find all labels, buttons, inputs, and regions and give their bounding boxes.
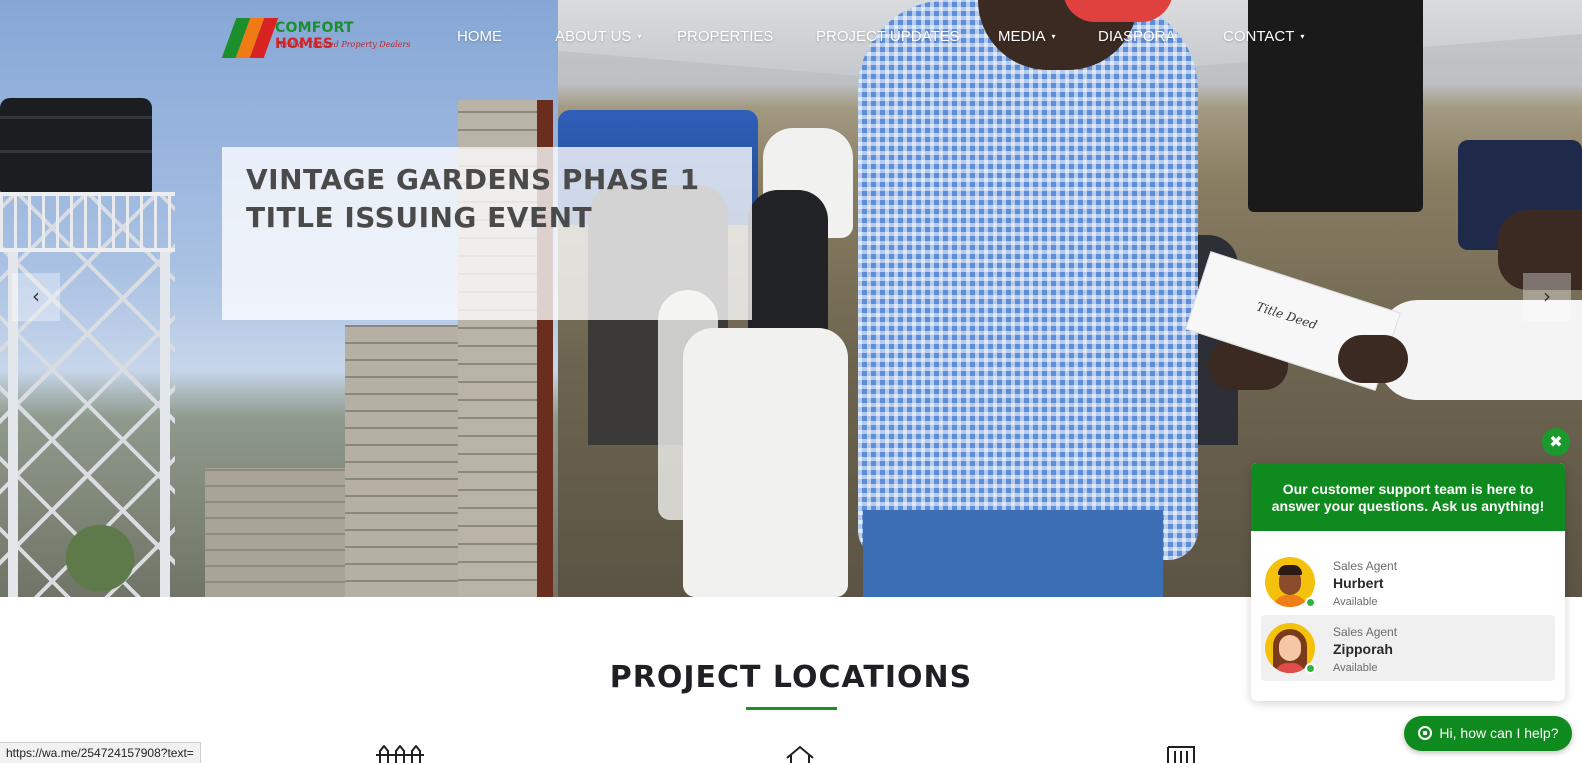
chevron-right-icon: ›: [1543, 284, 1551, 308]
nav-about-us[interactable]: ABOUT US ▾: [555, 28, 641, 45]
close-icon: ✖: [1549, 432, 1563, 451]
whatsapp-icon: [1417, 726, 1432, 740]
section-divider: [746, 707, 837, 710]
logo-mark-icon: [221, 18, 279, 58]
navbar: COMFORT HOMES Real & Trusted Property De…: [0, 0, 1582, 72]
slide-title: VINTAGE GARDENS PHASE 1 TITLE ISSUING EV…: [246, 163, 700, 234]
online-status-icon: [1305, 597, 1316, 608]
deed-text: Title Deed: [1254, 299, 1319, 333]
chat-close-button[interactable]: ✖: [1542, 428, 1570, 456]
nav-diaspora[interactable]: DIASPORA: [1098, 28, 1176, 45]
chat-launcher-label: Hi, how can I help?: [1439, 725, 1559, 741]
hand: [1338, 335, 1408, 383]
tower-railing: [0, 192, 175, 252]
slider-next-button[interactable]: ›: [1523, 273, 1571, 321]
agent-status: Available: [1333, 596, 1378, 608]
agent-name: Zipporah: [1333, 641, 1393, 657]
plastic-chair: [683, 328, 848, 597]
slide-caption: VINTAGE GARDENS PHASE 1 TITLE ISSUING EV…: [222, 147, 752, 320]
site-logo[interactable]: COMFORT HOMES Real & Trusted Property De…: [221, 14, 411, 60]
nav-contact[interactable]: CONTACT ▾: [1223, 28, 1304, 45]
caret-down-icon: ▾: [637, 32, 642, 41]
tower-leg: [160, 252, 170, 597]
caret-down-icon: ▾: [1300, 32, 1305, 41]
nav-media[interactable]: MEDIA ▾: [998, 28, 1056, 45]
online-status-icon: [1305, 663, 1316, 674]
agent-name: Hurbert: [1333, 575, 1384, 591]
building-icon: [1166, 745, 1196, 763]
agent-role: Sales Agent: [1333, 625, 1398, 639]
man-checked-shirt: [858, 0, 1198, 560]
caret-down-icon: ▾: [1051, 32, 1056, 41]
jeans: [863, 510, 1163, 597]
chat-panel: Our customer support team is here to ans…: [1251, 463, 1565, 701]
logo-tagline: Real & Trusted Property Dealers: [277, 40, 411, 49]
nav-home[interactable]: HOME: [457, 28, 502, 45]
whatsapp-chat-button[interactable]: Hi, how can I help?: [1404, 716, 1572, 751]
status-bar-url: https://wa.me/254724157908?text=: [0, 742, 201, 763]
chevron-left-icon: ‹: [32, 284, 40, 308]
agent-hurbert[interactable]: Sales Agent Hurbert Available: [1261, 549, 1555, 615]
house-icon: [785, 745, 815, 763]
water-tank: [0, 98, 152, 194]
block-wall: [205, 468, 355, 597]
fence-icon: [376, 745, 424, 763]
agent-role: Sales Agent: [1333, 559, 1398, 573]
agent-status: Available: [1333, 662, 1378, 674]
nav-properties[interactable]: PROPERTIES: [677, 28, 773, 45]
nav-project-updates[interactable]: PROJECT UPDATES: [816, 28, 960, 45]
agent-zipporah[interactable]: Sales Agent Zipporah Available: [1261, 615, 1555, 681]
tree: [40, 500, 160, 597]
chat-header: Our customer support team is here to ans…: [1251, 463, 1565, 531]
slider-prev-button[interactable]: ‹: [12, 273, 60, 321]
